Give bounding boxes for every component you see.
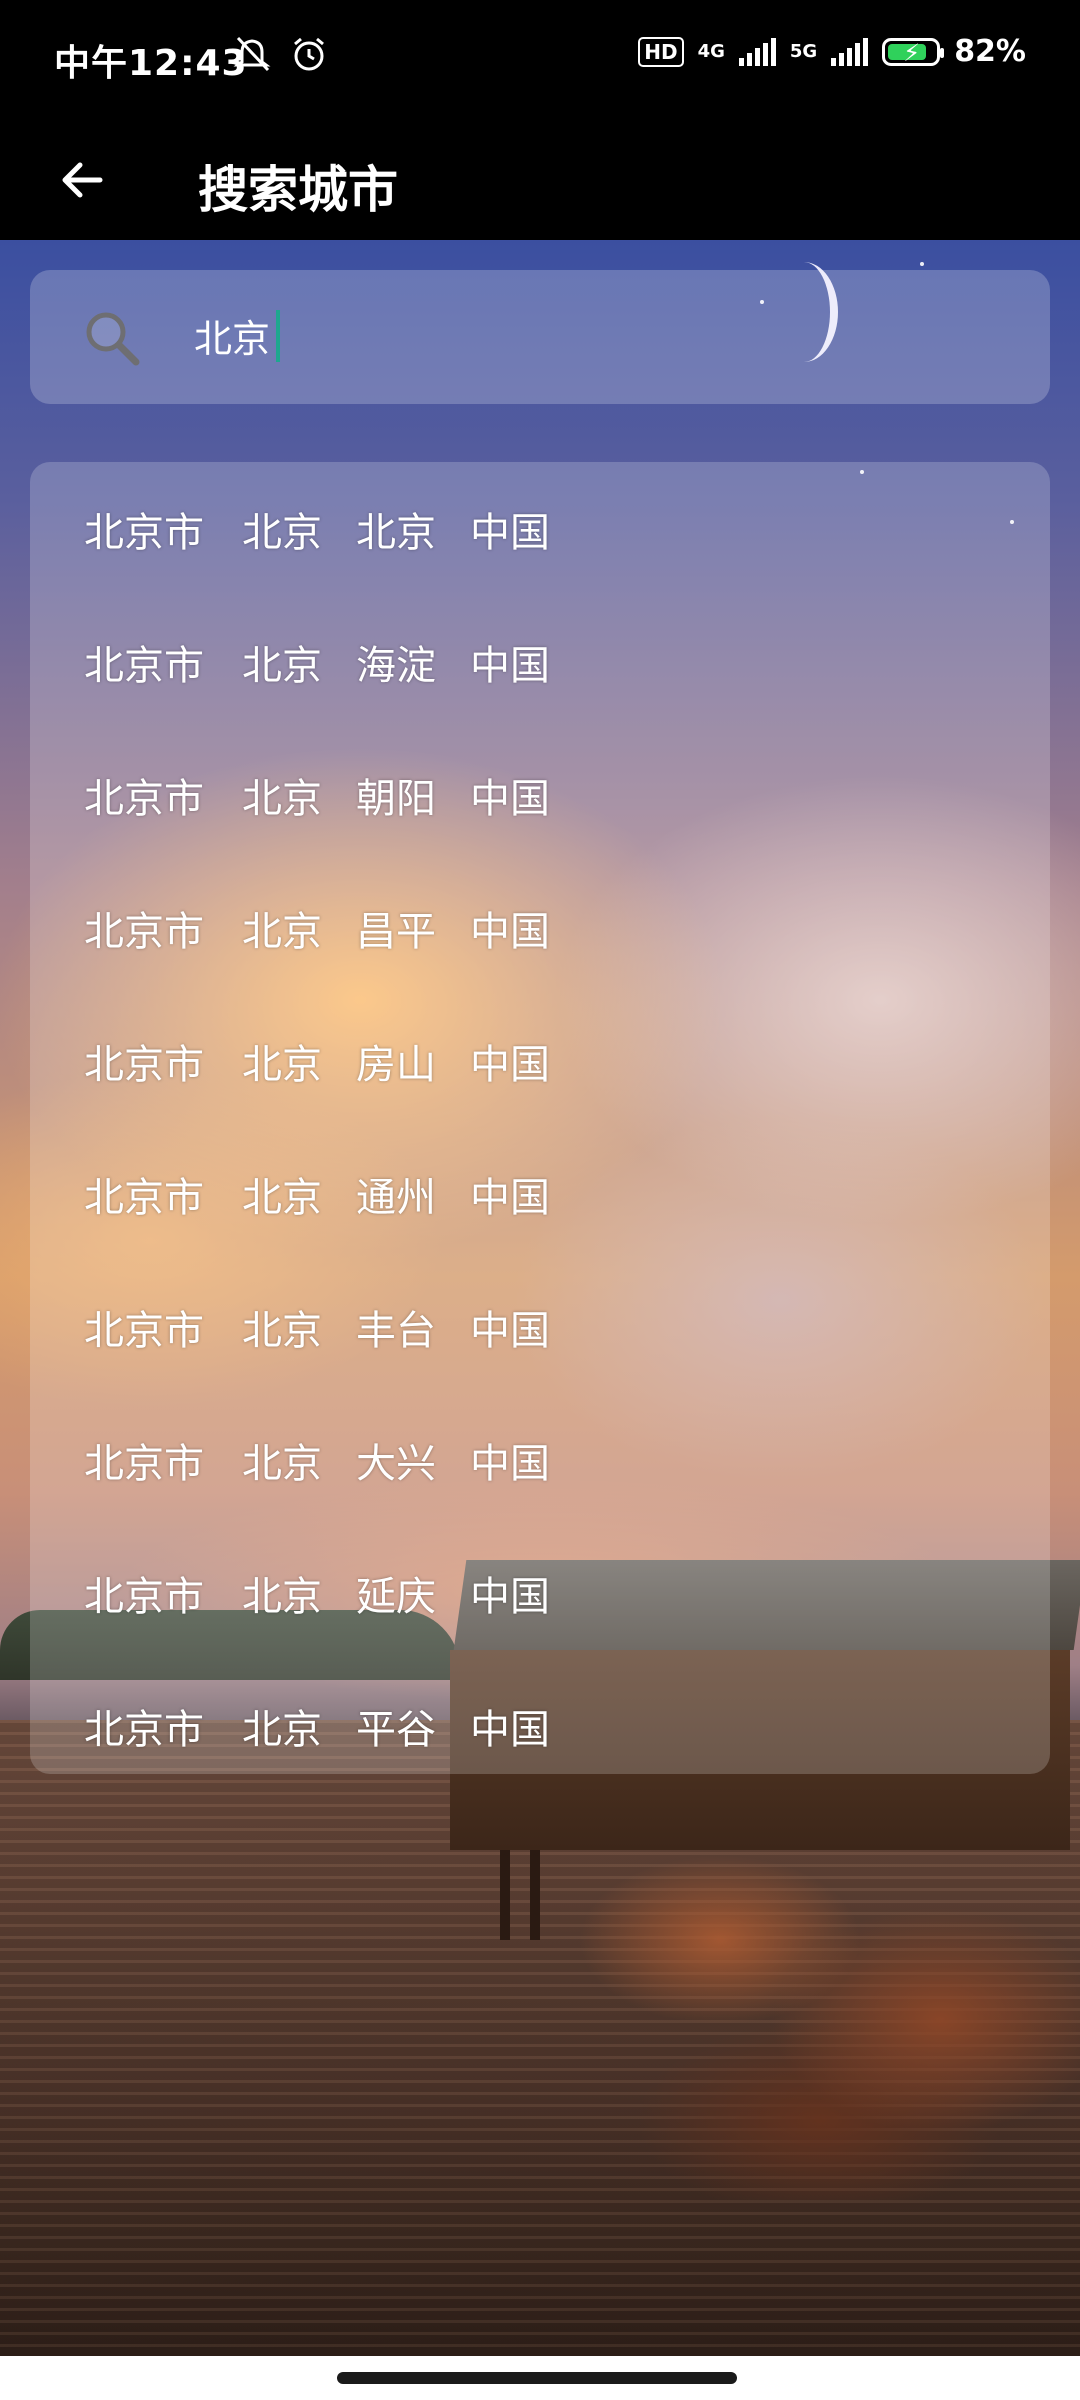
star-decoration xyxy=(920,262,924,266)
result-province: 北京 xyxy=(242,1041,322,1088)
result-province: 北京 xyxy=(242,908,322,955)
search-icon xyxy=(86,312,140,366)
result-district: 通州 xyxy=(356,1174,436,1221)
bushes-decoration xyxy=(560,1800,1080,2200)
signal-bars-icon xyxy=(738,37,776,66)
search-result-item[interactable]: 北京市 北京 延庆 中国 xyxy=(30,1526,1050,1659)
result-district: 房山 xyxy=(356,1041,436,1088)
result-city: 北京市 xyxy=(84,1041,204,1088)
result-country: 中国 xyxy=(470,1041,550,1088)
search-result-item[interactable]: 北京市 北京 通州 中国 xyxy=(30,1127,1050,1260)
result-district: 平谷 xyxy=(356,1706,436,1753)
search-result-item[interactable]: 北京市 北京 海淀 中国 xyxy=(30,595,1050,728)
home-indicator[interactable] xyxy=(337,2372,737,2384)
status-left-icons xyxy=(232,34,331,83)
search-input[interactable]: 北京 xyxy=(194,308,270,363)
result-country: 中国 xyxy=(470,1307,550,1354)
alarm-icon xyxy=(293,37,324,71)
result-city: 北京市 xyxy=(84,908,204,955)
result-province: 北京 xyxy=(242,1174,322,1221)
network-4g-label: 4G xyxy=(697,40,725,62)
result-province: 北京 xyxy=(242,509,322,556)
search-result-item[interactable]: 北京市 北京 平谷 中国 xyxy=(30,1659,1050,1792)
result-country: 中国 xyxy=(470,1174,550,1221)
result-province: 北京 xyxy=(242,775,322,822)
search-bar[interactable] xyxy=(30,270,1050,404)
status-right-icons: HD 4G 5G ⚡ 82% xyxy=(638,34,1026,69)
result-city: 北京市 xyxy=(84,1174,204,1221)
status-bar: 中午12:43 HD 4G 5G ⚡ 82% xyxy=(0,0,1080,120)
result-province: 北京 xyxy=(242,642,322,689)
search-results-list: 北京市 北京 北京 中国 北京市 北京 海淀 中国 北京市 北京 朝阳 中国 北京市 北京 昌平 中国 北京市北… xyxy=(30,462,1050,1774)
search-result-item[interactable]: 北京市 北京 大兴 中国 xyxy=(30,1393,1050,1526)
search-result-item[interactable]: 北京市 北京 丰台 中国 xyxy=(30,1260,1050,1393)
arrow-left-icon xyxy=(62,162,103,198)
result-city: 北京市 xyxy=(84,775,204,822)
status-time: 中午12:43 xyxy=(54,43,248,84)
result-district: 大兴 xyxy=(356,1440,436,1487)
screen: 中午12:43 HD 4G 5G ⚡ 82% 搜索城市 北京 北京市 北京 北京… xyxy=(0,0,1080,2400)
result-city: 北京市 xyxy=(84,1573,204,1620)
result-city: 北京市 xyxy=(84,1706,204,1753)
result-country: 中国 xyxy=(470,509,550,556)
result-province: 北京 xyxy=(242,1573,322,1620)
text-caret xyxy=(276,310,280,362)
result-district: 海淀 xyxy=(356,642,436,689)
result-province: 北京 xyxy=(242,1440,322,1487)
result-district: 朝阳 xyxy=(356,775,436,822)
network-5g-label: 5G xyxy=(789,40,818,62)
result-province: 北京 xyxy=(242,1706,322,1753)
signal-bars-icon xyxy=(831,37,869,66)
charging-bolt-icon: ⚡ xyxy=(903,38,921,67)
result-district: 昌平 xyxy=(356,908,436,955)
result-country: 中国 xyxy=(470,908,550,955)
search-result-item[interactable]: 北京市 北京 北京 中国 xyxy=(30,462,1050,595)
result-province: 北京 xyxy=(242,1307,322,1354)
result-country: 中国 xyxy=(470,775,550,822)
app-bar: 搜索城市 xyxy=(0,120,1080,240)
search-result-item[interactable]: 北京市 北京 房山 中国 xyxy=(30,994,1050,1127)
result-district: 北京 xyxy=(356,509,436,556)
result-city: 北京市 xyxy=(84,1307,204,1354)
hd-badge: HD xyxy=(638,36,684,67)
battery-icon: ⚡ xyxy=(882,37,945,67)
result-city: 北京市 xyxy=(84,642,204,689)
result-country: 中国 xyxy=(470,1440,550,1487)
page-title: 搜索城市 xyxy=(198,161,398,219)
back-button[interactable] xyxy=(44,142,120,218)
result-city: 北京市 xyxy=(84,509,204,556)
battery-percent: 82% xyxy=(954,34,1026,69)
muted-icon xyxy=(233,36,271,72)
result-district: 丰台 xyxy=(356,1307,436,1354)
search-result-item[interactable]: 北京市 北京 朝阳 中国 xyxy=(30,728,1050,861)
result-city: 北京市 xyxy=(84,1440,204,1487)
search-result-item[interactable]: 北京市 北京 昌平 中国 xyxy=(30,861,1050,994)
result-country: 中国 xyxy=(470,1573,550,1620)
result-country: 中国 xyxy=(470,1706,550,1753)
result-district: 延庆 xyxy=(356,1573,436,1620)
result-country: 中国 xyxy=(470,642,550,689)
